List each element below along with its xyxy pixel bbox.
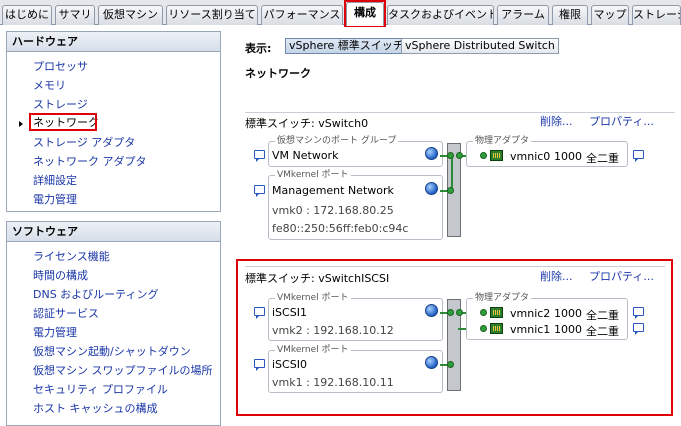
iscsi1-vmk-box: VMkernel ポート iSCSI1 vmk2 : 192.168.10.12: [268, 292, 443, 341]
iscsi1-ip-label: vmk2 : 192.168.10.12: [272, 324, 394, 337]
tab-bar: はじめに サマリ 仮想マシン リソース割り当て パフォーマンス 構成 タスクおよ…: [0, 0, 681, 26]
nav-dns-routing[interactable]: DNS およびルーティング: [33, 288, 159, 302]
software-panel-title: ソフトウェア: [7, 222, 220, 242]
vmnic2-info-icon[interactable]: [633, 307, 644, 319]
management-vmk-caption: VMkernel ポート: [275, 169, 351, 181]
nav-licensed-features[interactable]: ライセンス機能: [33, 250, 110, 264]
nic-vmnic1-icon: [490, 323, 503, 334]
tab-virtual-machines[interactable]: 仮想マシン: [98, 5, 163, 25]
networking-section-title: ネットワーク: [245, 67, 311, 80]
tab-getting-started[interactable]: はじめに: [2, 5, 52, 25]
iscsi0-vmk-box: VMkernel ポート iSCSI0 vmk1 : 192.168.10.11: [268, 344, 443, 393]
vmnic2-name: vmnic2: [510, 307, 551, 320]
selected-arrow-icon: [19, 121, 23, 127]
iscsi0-globe-icon: [425, 356, 438, 369]
nav-networking[interactable]: ネットワーク: [33, 116, 99, 130]
nav-vm-startup-shutdown[interactable]: 仮想マシン起動/シャットダウン: [33, 345, 191, 359]
vmnic1-name: vmnic1: [510, 323, 551, 336]
nav-vm-swapfile-location[interactable]: 仮想マシン スワップファイルの場所: [33, 364, 213, 378]
switch-iscsi-properties-link[interactable]: プロパティ...: [589, 268, 654, 284]
nic-vmnic2-icon: [490, 307, 503, 318]
tab-performance[interactable]: パフォーマンス: [261, 5, 343, 25]
management-network-globe-icon: [425, 182, 438, 195]
tab-alarms[interactable]: アラーム: [497, 5, 549, 25]
switch-iscsi-remove-link[interactable]: 削除...: [540, 268, 573, 284]
vmnic2-speed: 1000: [554, 307, 582, 320]
nav-security-profile[interactable]: セキュリティ プロファイル: [33, 383, 168, 397]
iscsi1-vmk-caption: VMkernel ポート: [275, 292, 351, 304]
nav-storage[interactable]: ストレージ: [33, 98, 88, 112]
vmnic1-dot: [480, 325, 487, 332]
management-ip-label: vmk0 : 172.168.80.25: [272, 204, 394, 217]
vm-network-label: VM Network: [272, 149, 339, 162]
vmnic0-info-icon[interactable]: [633, 150, 644, 162]
vmnic1-duplex: 全二重: [586, 325, 619, 338]
iscsi-adapter-caption: 物理アダプタ: [473, 292, 532, 304]
tab-storage-views[interactable]: ストレージ: [632, 5, 681, 25]
vmnic0-name: vmnic0: [510, 150, 551, 163]
switch0-adapter-caption: 物理アダプタ: [473, 135, 532, 147]
nav-processors[interactable]: プロセッサ: [33, 60, 88, 74]
nav-authentication-services[interactable]: 認証サービス: [33, 307, 99, 321]
view-label: 表示:: [245, 42, 272, 55]
vm-port-group-caption: 仮想マシンのポート グループ: [275, 135, 399, 147]
nav-memory[interactable]: メモリ: [33, 79, 66, 93]
switch-iscsi-title: 標準スイッチ: vSwitchISCSI: [245, 272, 390, 285]
vm-network-info-icon[interactable]: [254, 150, 265, 162]
management-ipv6-label: fe80::250:56ff:feb0:c94c: [272, 222, 409, 235]
iscsi1-globe-icon: [425, 304, 438, 317]
vmnic1-speed: 1000: [554, 323, 582, 336]
vsphere-standard-switch-button[interactable]: vSphere 標準スイッチ: [285, 38, 408, 54]
switch-iscsi-divider: [245, 266, 665, 267]
management-vmk-box: VMkernel ポート Management Network vmk0 : 1…: [268, 169, 443, 240]
iscsi-port-dot-1: [447, 309, 454, 316]
switch0-port-dot-2: [447, 187, 454, 194]
tab-tasks-events[interactable]: タスクおよびイベント: [387, 5, 494, 25]
nic-vmnic0-icon: [490, 150, 503, 161]
tab-summary[interactable]: サマリ: [55, 5, 95, 25]
nav-power-management-hw[interactable]: 電力管理: [33, 193, 77, 207]
vm-port-group-box: 仮想マシンのポート グループ VM Network: [268, 135, 443, 167]
hardware-panel-title: ハードウェア: [7, 32, 220, 52]
switch0-remove-link[interactable]: 削除...: [540, 113, 573, 129]
tab-permissions[interactable]: 権限: [552, 5, 588, 25]
iscsi-port-dot-2: [447, 361, 454, 368]
vmnic2-duplex: 全二重: [586, 309, 619, 322]
nav-network-adapters[interactable]: ネットワーク アダプタ: [33, 155, 147, 169]
vmnic1-info-icon[interactable]: [633, 323, 644, 335]
vsphere-distributed-switch-button[interactable]: vSphere Distributed Switch: [401, 38, 559, 54]
management-network-info-icon[interactable]: [254, 185, 265, 197]
switch0-port-dot-1: [447, 152, 454, 159]
tab-configuration[interactable]: 構成: [346, 2, 384, 26]
nav-storage-adapters[interactable]: ストレージ アダプタ: [33, 136, 135, 150]
hardware-panel: ハードウェア プロセッサ メモリ ストレージ ネットワーク ストレージ アダプタ…: [6, 31, 221, 212]
nav-host-cache-configuration[interactable]: ホスト キャッシュの構成: [33, 402, 158, 416]
iscsi1-label: iSCSI1: [272, 306, 307, 319]
iscsi0-ip-label: vmk1 : 192.168.10.11: [272, 376, 394, 389]
switch0-title: 標準スイッチ: vSwitch0: [245, 117, 369, 130]
nav-advanced-settings[interactable]: 詳細設定: [33, 174, 77, 188]
switch0-properties-link[interactable]: プロパティ...: [589, 113, 654, 129]
iscsi1-info-icon[interactable]: [254, 307, 265, 319]
tab-maps[interactable]: マップ: [591, 5, 629, 25]
vm-network-globe-icon: [425, 147, 438, 160]
software-panel: ソフトウェア ライセンス機能 時間の構成 DNS およびルーティング 認証サービ…: [6, 221, 221, 426]
vmnic0-duplex: 全二重: [586, 152, 619, 165]
iscsi0-vmk-caption: VMkernel ポート: [275, 344, 351, 356]
switch0-uplink-dot: [456, 152, 463, 159]
management-network-label: Management Network: [272, 184, 394, 197]
nav-time-configuration[interactable]: 時間の構成: [33, 269, 88, 283]
iscsi0-info-icon[interactable]: [254, 359, 265, 371]
vmnic2-dot: [480, 309, 487, 316]
vmnic0-speed: 1000: [554, 150, 582, 163]
iscsi-uplink-dot: [456, 309, 463, 316]
switch0-nic-dot: [480, 152, 487, 159]
tab-resource-allocation[interactable]: リソース割り当て: [166, 5, 258, 25]
iscsi0-label: iSCSI0: [272, 358, 307, 371]
nav-power-management-sw[interactable]: 電力管理: [33, 326, 77, 340]
